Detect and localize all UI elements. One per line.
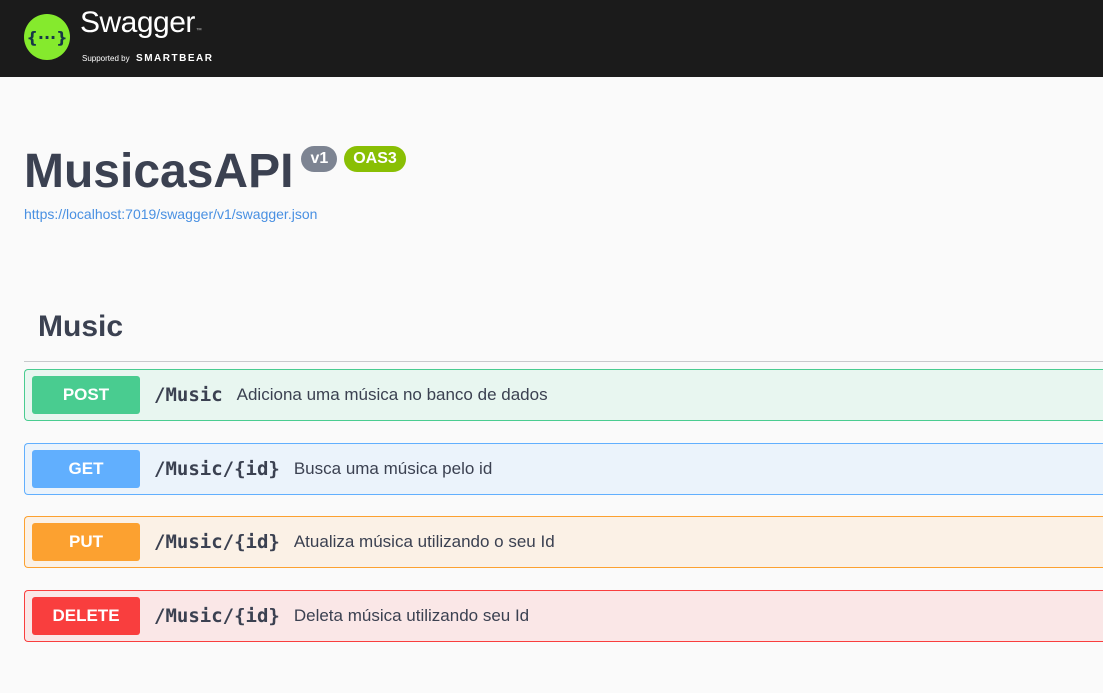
logo-trademark: ™ xyxy=(195,28,202,34)
method-badge-get: GET xyxy=(32,450,140,488)
version-badge: v1 xyxy=(301,146,338,172)
swagger-logo-icon: {···} xyxy=(24,14,70,60)
tag-divider xyxy=(24,361,1103,362)
method-badge-put: PUT xyxy=(32,523,140,561)
api-title: MusicasAPI xyxy=(24,145,294,198)
logo-supported-by: Supported by SMARTBEAR xyxy=(80,52,213,64)
operation-summary: Adiciona uma música no banco de dados xyxy=(236,385,548,404)
operation-summary: Busca uma música pelo id xyxy=(293,459,493,478)
operation-delete-music-id[interactable]: DELETE /Music/{id} Deleta música utiliza… xyxy=(24,590,1103,642)
operation-post-music[interactable]: POST /Music Adiciona uma música no banco… xyxy=(24,369,1103,421)
operation-summary: Deleta música utilizando seu Id xyxy=(293,606,530,625)
topbar: {···} Swagger™ Supported by SMARTBEAR xyxy=(0,0,1103,77)
operation-path: /Music/{id} xyxy=(154,531,280,553)
tag-music-header[interactable]: Music xyxy=(38,308,123,346)
oas-badge: OAS3 xyxy=(344,146,406,172)
logo-name: Swagger xyxy=(80,6,195,39)
method-badge-delete: DELETE xyxy=(32,597,140,635)
spec-url-link[interactable]: https://localhost:7019/swagger/v1/swagge… xyxy=(24,206,317,222)
operation-path: /Music xyxy=(154,384,223,406)
api-title-row: MusicasAPI v1 OAS3 xyxy=(24,140,406,204)
operation-path: /Music/{id} xyxy=(154,605,280,627)
operation-get-music-id[interactable]: GET /Music/{id} Busca uma música pelo id xyxy=(24,443,1103,495)
swagger-logo[interactable]: {···} Swagger™ Supported by SMARTBEAR xyxy=(24,6,213,65)
company-name: SMARTBEAR xyxy=(136,53,214,64)
operation-put-music-id[interactable]: PUT /Music/{id} Atualiza música utilizan… xyxy=(24,516,1103,568)
supported-by-label: Supported by xyxy=(82,54,130,63)
method-badge-post: POST xyxy=(32,376,140,414)
operation-summary: Atualiza música utilizando o seu Id xyxy=(293,532,555,551)
operation-path: /Music/{id} xyxy=(154,458,280,480)
svg-text:{···}: {···} xyxy=(26,28,67,47)
